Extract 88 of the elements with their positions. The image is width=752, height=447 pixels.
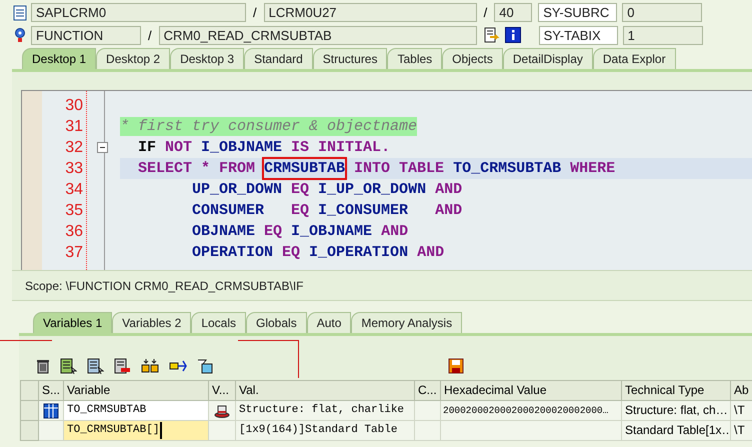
code-token: EQ bbox=[281, 243, 300, 262]
separator-slash: / bbox=[147, 26, 153, 44]
line-number: 33 bbox=[65, 159, 83, 179]
code-token: IS INITIAL. bbox=[290, 138, 390, 157]
hex-value-cell: 2000200020002000200020002000… bbox=[441, 401, 622, 421]
code-token: AND bbox=[434, 180, 462, 199]
include-field[interactable]: LCRM0U27 bbox=[264, 3, 477, 22]
tab[interactable]: DetailDisplay bbox=[502, 48, 593, 69]
tab[interactable]: Variables 1 bbox=[33, 312, 112, 333]
system-field-name[interactable]: SY-TABIX bbox=[538, 26, 618, 45]
tab[interactable]: Tables bbox=[387, 48, 442, 69]
collapse-icon[interactable] bbox=[96, 142, 108, 153]
code-token: I_OBJNAME bbox=[200, 138, 282, 157]
code-token: I_OBJNAME bbox=[290, 222, 372, 241]
program-field[interactable]: SAPLCRM0 bbox=[31, 3, 246, 22]
code-token: NOT bbox=[164, 138, 192, 157]
table-cell bbox=[415, 421, 441, 441]
system-field-value[interactable]: 1 bbox=[622, 26, 703, 45]
tab[interactable]: Data Explor bbox=[592, 48, 676, 69]
variable-input[interactable]: TO_CRMSUBTAB[] bbox=[64, 421, 209, 441]
line-number: 31 bbox=[65, 117, 83, 137]
tab[interactable]: Auto bbox=[306, 312, 352, 333]
separator-slash: / bbox=[482, 4, 488, 22]
save-icon[interactable] bbox=[448, 358, 464, 374]
code-token: AND bbox=[380, 222, 408, 241]
hat-icon[interactable] bbox=[214, 404, 230, 418]
code-token: TO_CRMSUBTAB bbox=[452, 159, 562, 178]
separator-slash: / bbox=[252, 4, 258, 22]
code-token: CONSUMER bbox=[191, 201, 264, 220]
table-icon[interactable] bbox=[43, 402, 59, 418]
table-cell bbox=[415, 401, 441, 421]
code-token: AND bbox=[416, 243, 444, 262]
table-cell: TO_CRMSUBTAB bbox=[64, 401, 209, 421]
code-token: AND bbox=[434, 201, 462, 220]
code-token: EQ bbox=[290, 201, 310, 220]
value-cell: [1x9(164)]Standard Table bbox=[236, 421, 415, 441]
list-cursor-icon[interactable] bbox=[59, 357, 78, 375]
code-token: I_UP_OR_DOWN bbox=[317, 180, 426, 199]
list-cursor-icon[interactable] bbox=[86, 357, 105, 375]
type-field[interactable]: FUNCTION bbox=[31, 26, 141, 45]
list-remove-icon[interactable] bbox=[113, 357, 132, 375]
tab[interactable]: Objects bbox=[442, 48, 503, 69]
document-arrow-icon[interactable] bbox=[484, 27, 500, 44]
code-token: I_OPERATION bbox=[308, 243, 408, 262]
tab[interactable]: Locals bbox=[191, 312, 246, 333]
name-field[interactable]: CRM0_READ_CRMSUBTAB bbox=[158, 26, 477, 45]
code-token: OPERATION bbox=[191, 243, 274, 262]
tab[interactable]: Globals bbox=[246, 312, 307, 333]
code-token: EQ bbox=[290, 180, 310, 199]
line-number: 35 bbox=[65, 201, 83, 221]
leader-line bbox=[0, 340, 52, 341]
code-token: OBJNAME bbox=[191, 222, 256, 241]
code-token: I_CONSUMER bbox=[317, 201, 408, 220]
line-number: 37 bbox=[65, 243, 83, 263]
scope-label: Scope: \FUNCTION CRM0_READ_CRMSUBTAB\IF bbox=[25, 278, 304, 294]
tab[interactable]: Variables 2 bbox=[112, 312, 192, 333]
blocks-icon[interactable] bbox=[140, 357, 160, 375]
system-field-name[interactable]: SY-SUBRC bbox=[538, 3, 618, 22]
code-token: INTO TABLE bbox=[353, 159, 444, 178]
code-token: IF bbox=[137, 138, 156, 157]
value-cell: Structure: flat, charlike bbox=[236, 401, 415, 421]
tab[interactable]: Desktop 3 bbox=[170, 48, 244, 69]
info-icon[interactable] bbox=[504, 27, 521, 44]
tab[interactable]: Desktop 1 bbox=[22, 48, 96, 69]
code-comment: * first try consumer & objectname bbox=[120, 117, 418, 136]
line-field[interactable]: 40 bbox=[494, 3, 532, 22]
line-number: 34 bbox=[65, 180, 83, 200]
tab[interactable]: Memory Analysis bbox=[351, 312, 462, 333]
absolute-type-cell: \T bbox=[731, 421, 752, 441]
line-number: 32 bbox=[65, 138, 83, 158]
document-icon[interactable] bbox=[13, 4, 27, 21]
system-field-value[interactable]: 0 bbox=[622, 3, 702, 22]
code-token: SELECT * FROM bbox=[137, 159, 256, 178]
line-number: 30 bbox=[65, 96, 83, 116]
tab[interactable]: Standard bbox=[244, 48, 313, 69]
tab[interactable]: Desktop 2 bbox=[96, 48, 170, 69]
leader-line bbox=[238, 340, 299, 378]
code-token: EQ bbox=[263, 222, 282, 241]
absolute-type-cell: \T bbox=[731, 401, 752, 421]
highlighted-code-token: CRMSUBTAB bbox=[264, 159, 346, 178]
tab[interactable]: Structures bbox=[312, 48, 388, 69]
technical-type-cell: Structure: flat, ch… bbox=[622, 401, 731, 421]
code-token: UP_OR_DOWN bbox=[191, 180, 282, 199]
line-number: 36 bbox=[65, 222, 83, 242]
technical-type-cell: Standard Table[1x… bbox=[622, 421, 731, 441]
trash-icon[interactable] bbox=[35, 357, 51, 375]
filter-icon[interactable] bbox=[196, 357, 214, 375]
code-token: WHERE bbox=[569, 159, 616, 178]
